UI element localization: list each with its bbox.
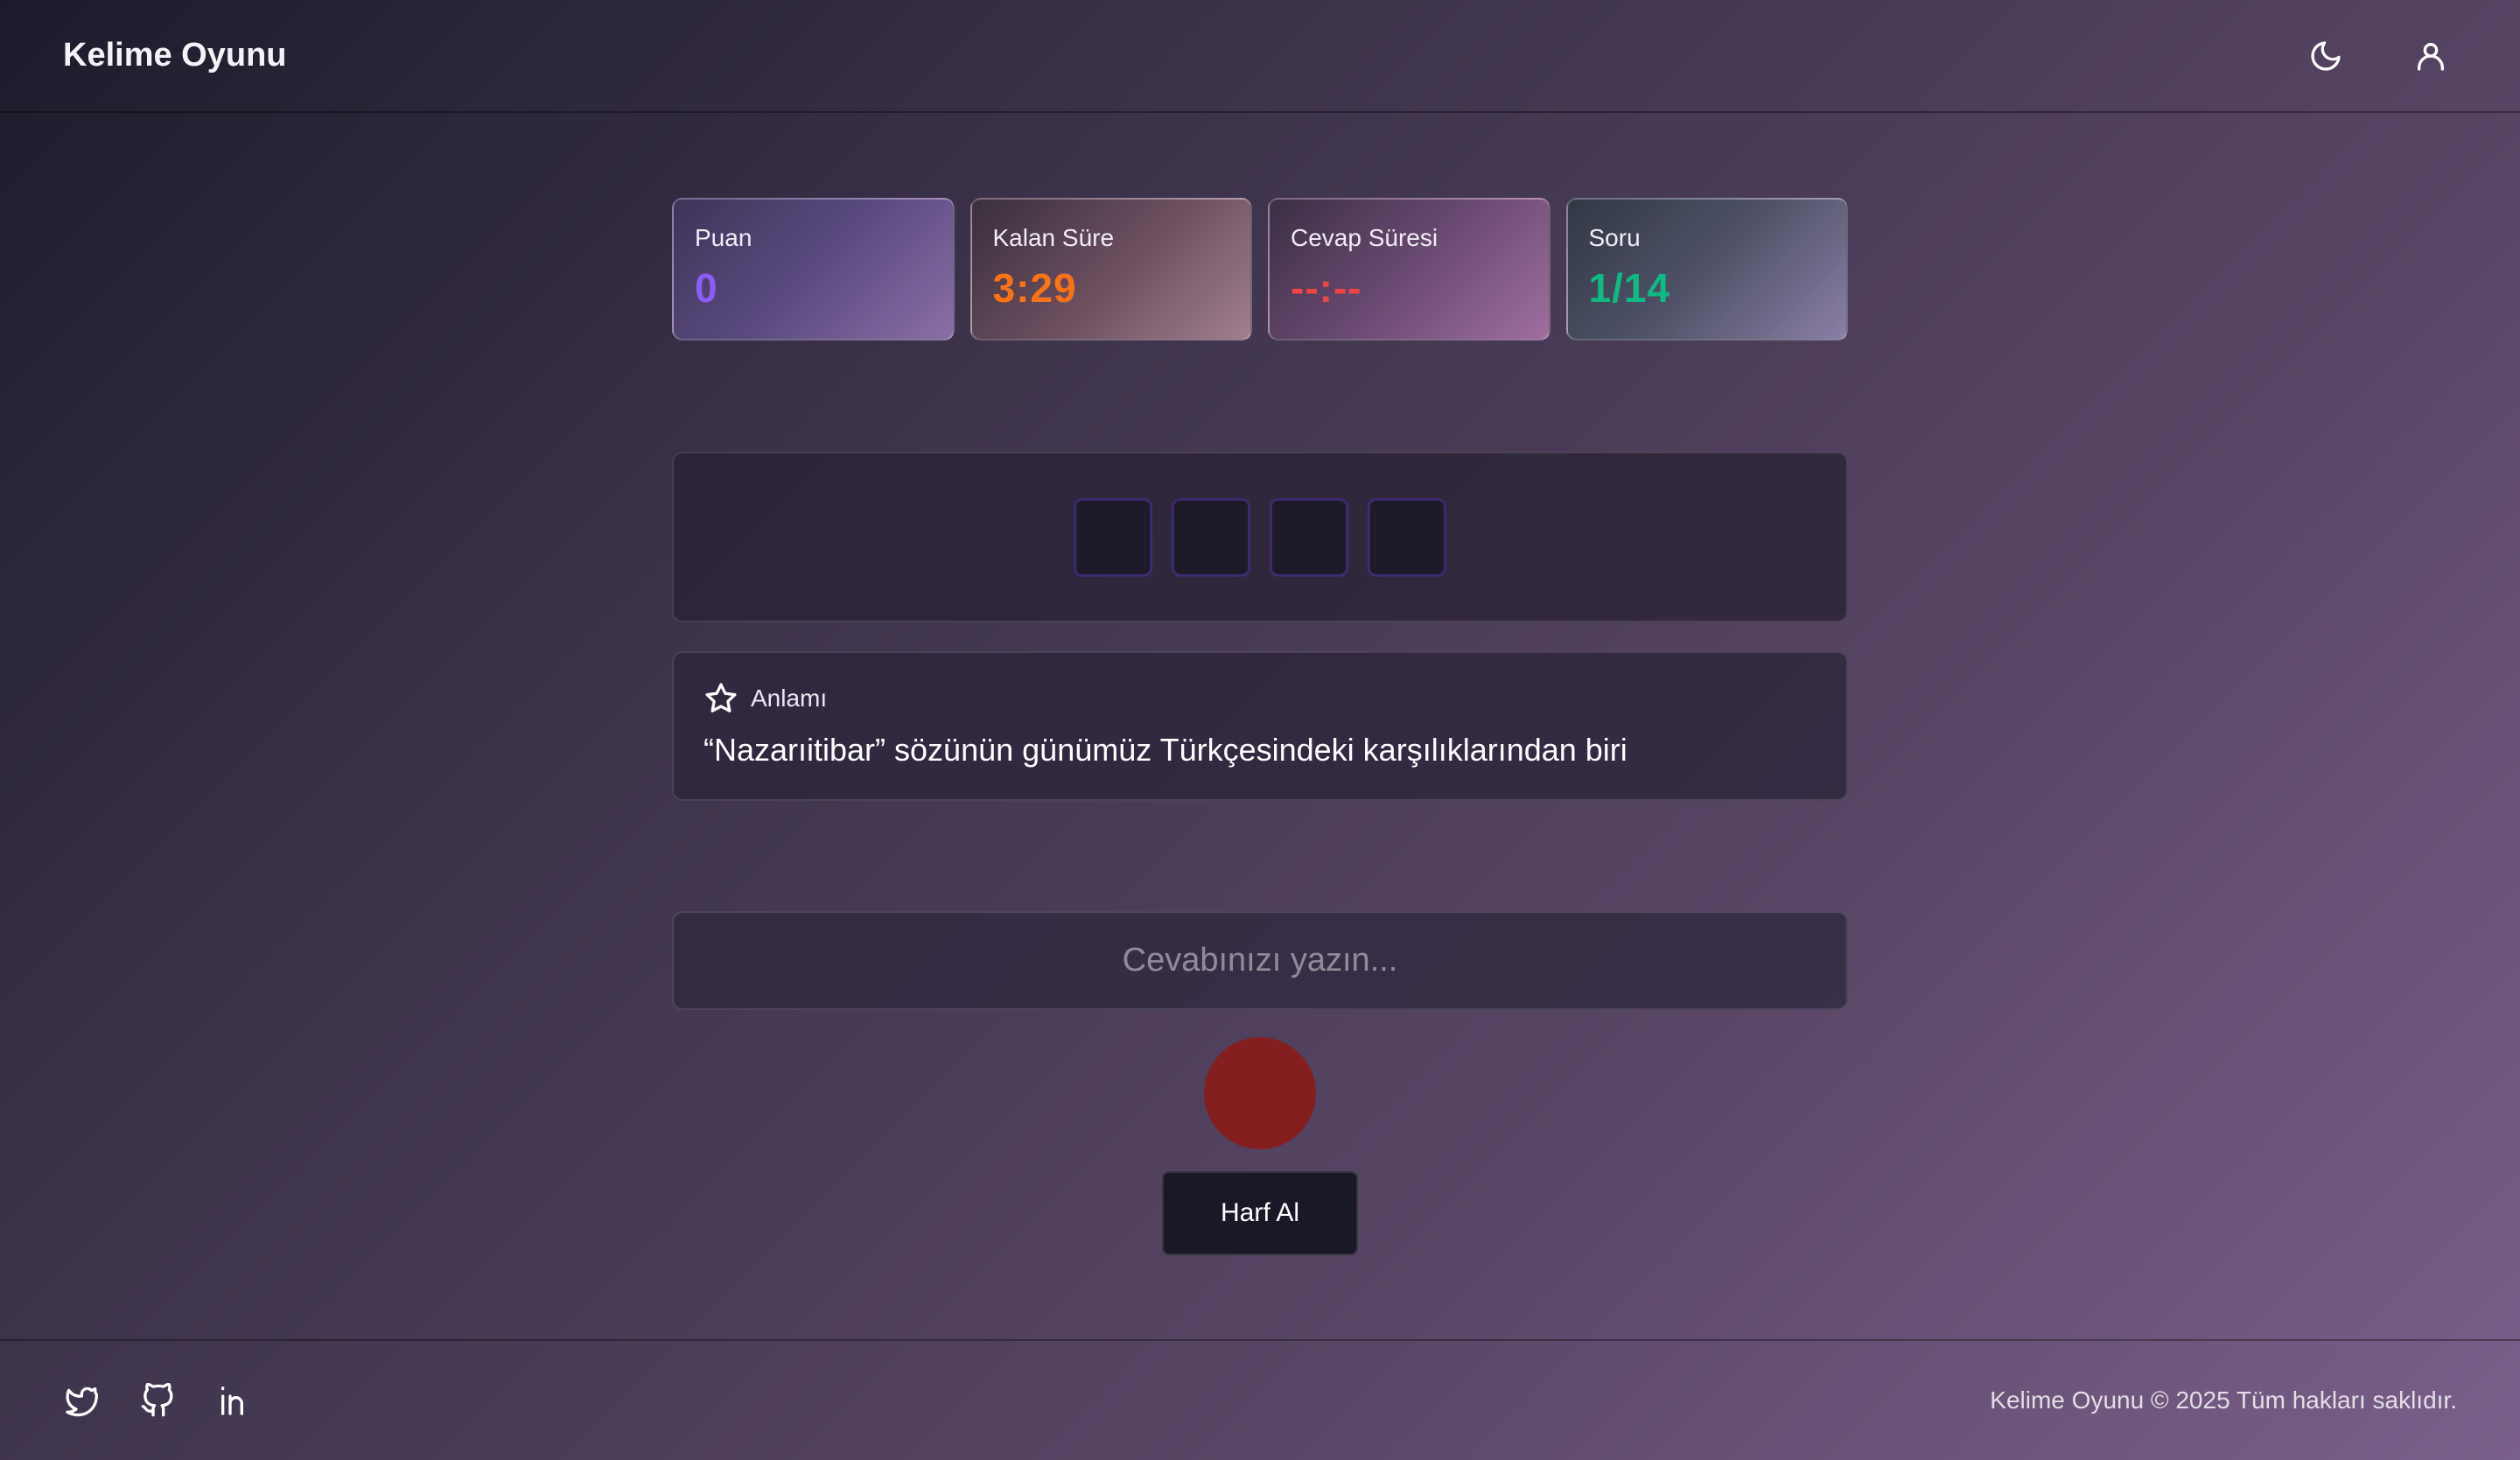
user-icon [2418,42,2444,71]
twitter-link[interactable] [63,1383,99,1418]
meaning-card: Anlamı “Nazarıitibar” sözünün günümüz Tü… [672,651,1848,801]
linkedin-link[interactable] [217,1383,252,1418]
stat-card-score: Puan 0 [672,198,955,340]
letter-board [672,452,1848,622]
letter-tile [1368,497,1446,577]
stat-label: Puan [695,224,752,251]
stat-value-remaining-time: 3:29 [992,265,1077,311]
letter-tile [1172,497,1250,577]
copyright-text: Kelime Oyunu © 2025 Tüm hakları saklıdır… [1990,1386,2457,1414]
stat-card-question: Soru 1/14 [1565,198,1848,340]
letter-tile [1074,497,1152,577]
stat-value-question: 1/14 [1588,265,1671,311]
meaning-text: “Nazarıitibar” sözünün günümüz Türkçesin… [704,732,1628,768]
stat-card-answer-time: Cevap Süresi --:-- [1268,198,1550,340]
twitter-icon [66,1386,99,1417]
app-title[interactable]: Kelime Oyunu [63,37,287,74]
stats-row: Puan 0 Kalan Süre 3:29 Cevap Süresi --:-… [672,198,1848,340]
github-icon [141,1382,173,1417]
header-actions [2300,30,2457,82]
letter-tile [1270,497,1348,577]
profile-button[interactable] [2404,30,2457,82]
meaning-label: Anlamı [751,684,828,712]
stat-value-score: 0 [695,265,718,311]
stat-label: Cevap Süresi [1291,224,1438,251]
hint-button[interactable]: Harf Al [1162,1171,1358,1255]
stat-card-remaining-time: Kalan Süre 3:29 [970,198,1252,340]
github-link[interactable] [140,1382,175,1418]
stat-value-answer-time: --:-- [1291,265,1362,311]
linkedin-icon [221,1386,243,1415]
star-icon [705,683,737,712]
meaning-header: Anlamı [704,681,1816,716]
theme-toggle-button[interactable] [2300,30,2352,82]
record-button[interactable] [1204,1037,1316,1149]
moon-icon [2311,40,2341,71]
app-footer: Kelime Oyunu © 2025 Tüm hakları saklıdır… [0,1339,2520,1460]
app-header: Kelime Oyunu [0,0,2520,113]
social-links [63,1382,252,1418]
stat-label: Soru [1588,224,1641,251]
stat-label: Kalan Süre [992,224,1115,251]
answer-input[interactable] [672,911,1848,1010]
